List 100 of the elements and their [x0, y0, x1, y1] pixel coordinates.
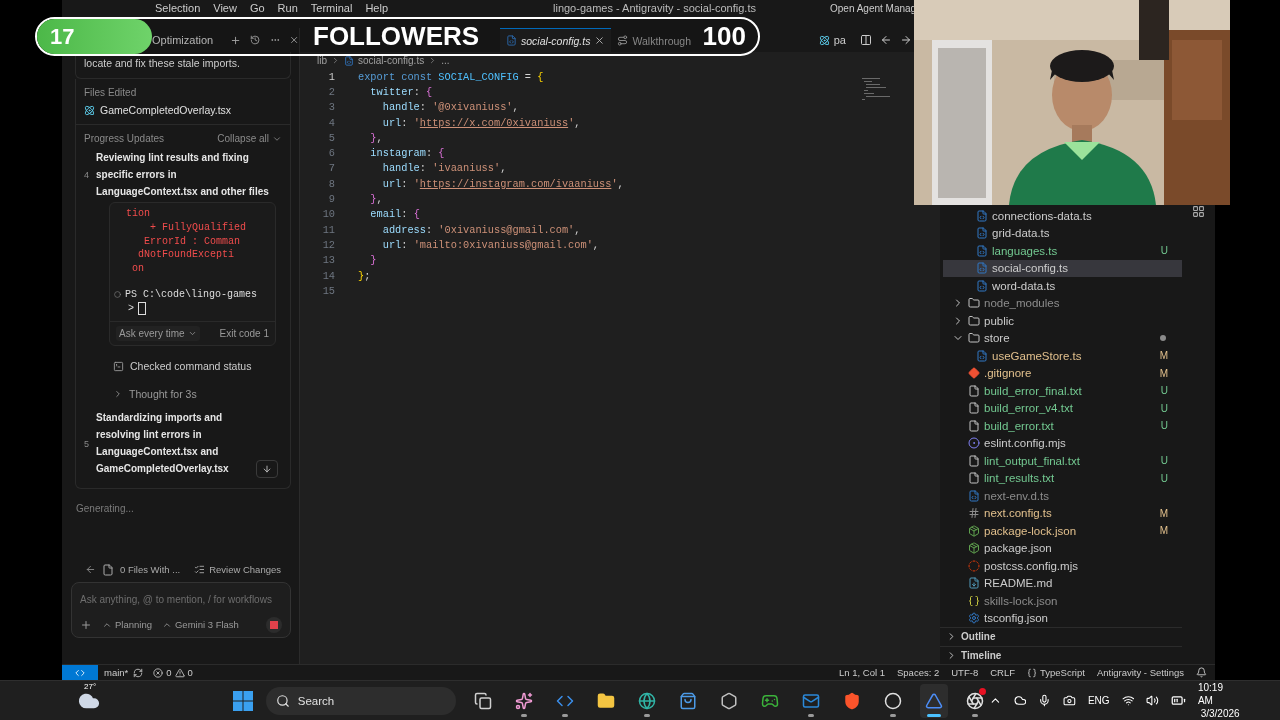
status-item[interactable]: CRLF [990, 667, 1015, 678]
circle-dot-icon [968, 437, 980, 450]
file-tree-row[interactable]: build_error.txt U [943, 417, 1182, 435]
line-number: 15 [321, 284, 335, 297]
editor-tab[interactable]: pa [818, 34, 846, 46]
breadcrumb-item[interactable]: lib [317, 55, 327, 66]
file-tree-row[interactable]: store [943, 329, 1182, 347]
menu-item[interactable]: Go [249, 2, 265, 14]
language-indicator[interactable]: ENG [1087, 695, 1110, 706]
git-status: M [1159, 367, 1168, 379]
line-number: 4 [327, 116, 335, 129]
file-tree-row[interactable]: useGameStore.ts M [943, 347, 1182, 365]
status-item[interactable]: Ln 1, Col 1 [839, 667, 885, 678]
changed-files-count[interactable]: 0 Files With ... [120, 564, 181, 576]
file-tree-row[interactable]: connections-data.ts [943, 207, 1182, 225]
collapse-all-button[interactable]: Collapse all [217, 133, 282, 144]
status-item[interactable]: TypeScript [1027, 667, 1085, 678]
editor-tab[interactable]: Walkthrough [611, 28, 697, 52]
review-changes-button[interactable]: Review Changes [194, 564, 281, 576]
file-tree-row[interactable]: public [943, 312, 1182, 330]
file-name: connections-data.ts [992, 209, 1092, 222]
arrow-right-icon[interactable] [900, 34, 912, 46]
menu-item[interactable]: View [213, 2, 237, 14]
typescript-file-icon [976, 244, 988, 257]
battery-icon[interactable] [1171, 693, 1186, 708]
file-tree-row[interactable]: languages.ts U [943, 242, 1182, 260]
breadcrumb-item[interactable]: social-config.ts [358, 55, 425, 66]
camera-icon[interactable] [1063, 694, 1076, 707]
mail-icon [801, 691, 820, 710]
history-icon[interactable] [250, 34, 261, 46]
file-tree-row[interactable]: README.md [943, 574, 1182, 592]
line-number: 9 [327, 193, 335, 205]
line-number: 12 [321, 238, 335, 251]
file-tree-row[interactable]: postcss.config.mjs [943, 557, 1182, 575]
file-tree-row[interactable]: build_error_v4.txt U [943, 399, 1182, 417]
split-editor-icon[interactable] [860, 34, 872, 46]
windows-logo-icon[interactable] [232, 690, 253, 711]
plus-icon[interactable] [80, 618, 92, 631]
chat-input[interactable]: Ask anything, @ to mention, / for workflows [80, 593, 282, 605]
browser-icon [637, 691, 656, 710]
menu-item[interactable]: Selection [155, 2, 201, 14]
file-tree-row[interactable]: .gitignore M [943, 364, 1182, 382]
line-number: 6 [327, 147, 335, 160]
minimap-drawing[interactable] [862, 77, 892, 101]
layout-icon[interactable] [1192, 205, 1205, 218]
status-item[interactable]: Spaces: 2 [897, 667, 940, 678]
git-status: U [1160, 472, 1168, 484]
file-tree-row[interactable]: skills-lock.json [943, 592, 1182, 610]
arrow-left-icon[interactable] [85, 564, 96, 576]
step-number: 5 [84, 438, 90, 449]
problems-indicator[interactable]: 0 0 [153, 667, 193, 678]
notification-bell-icon[interactable] [1196, 667, 1207, 678]
approval-dropdown[interactable]: Ask every time [116, 326, 200, 342]
file-tree-row[interactable]: build_error_final.txt U [943, 382, 1182, 400]
panel-section-header[interactable]: Outline [940, 627, 1182, 646]
file-tree-row[interactable]: lint_results.txt U [943, 469, 1182, 487]
file-tree-row[interactable]: next-env.d.ts [943, 487, 1182, 505]
search-icon [275, 693, 290, 708]
mic-icon[interactable] [1038, 694, 1052, 707]
close-icon[interactable] [288, 34, 299, 46]
file-tree-row[interactable]: next.config.ts M [943, 504, 1182, 522]
menu-item[interactable]: Run [277, 2, 298, 14]
cloud-icon[interactable] [1013, 694, 1027, 707]
scroll-down-button[interactable] [256, 459, 278, 478]
agent-tab-title[interactable]: Optimization [152, 34, 214, 46]
status-item[interactable]: Antigravity - Settings [1096, 667, 1184, 678]
stop-button[interactable] [266, 616, 282, 633]
file-tree-row[interactable]: lint_output_final.txt U [943, 452, 1182, 470]
menu-item[interactable]: Terminal [310, 2, 353, 14]
wifi-icon[interactable] [1121, 694, 1135, 707]
taskbar-search[interactable]: Search [265, 686, 456, 715]
file-tree-row[interactable]: tsconfig.json [943, 609, 1182, 627]
status-item[interactable]: UTF-8 [951, 667, 979, 678]
file-tree-row[interactable]: node_modules [943, 294, 1182, 312]
menu-item[interactable]: Help [365, 2, 388, 14]
model-selector[interactable]: Gemini 3 Flash [162, 619, 239, 631]
file-tree-row[interactable]: eslint.config.mjs [943, 434, 1182, 452]
file-tree-row[interactable]: social-config.ts [943, 259, 1182, 277]
terminal-icon [113, 360, 124, 372]
clock[interactable]: 10:19 AM 3/3/2026 [1197, 681, 1240, 720]
taskbar-app[interactable] [919, 683, 948, 718]
file-name: word-data.ts [992, 279, 1056, 292]
close-icon[interactable] [594, 35, 606, 46]
thought-toggle[interactable]: Thought for 3s [109, 388, 282, 401]
file-tree-row[interactable]: package-lock.json M [943, 522, 1182, 540]
mode-selector[interactable]: Planning [102, 619, 152, 631]
chat-input-box[interactable]: Ask anything, @ to mention, / for workflows Planning Gemini 3 Flash [71, 581, 291, 638]
volume-icon[interactable] [1146, 694, 1160, 707]
folder-icon [968, 314, 980, 327]
sync-icon[interactable] [133, 667, 144, 678]
file-tree-row[interactable]: grid-data.ts [943, 224, 1182, 242]
file-tree-row[interactable]: package.json [943, 539, 1182, 557]
git-status: U [1160, 455, 1168, 467]
branch-indicator[interactable]: main* [104, 667, 129, 678]
edited-file-link[interactable]: GameCompletedOverlay.tsx [100, 104, 232, 116]
line-number: 3 [327, 101, 335, 114]
breadcrumb-item[interactable]: ... [441, 55, 450, 66]
file-tree-row[interactable]: word-data.ts [943, 277, 1182, 295]
editor-tab[interactable]: social-config.ts [500, 28, 612, 52]
arrow-left-icon[interactable] [880, 34, 892, 46]
